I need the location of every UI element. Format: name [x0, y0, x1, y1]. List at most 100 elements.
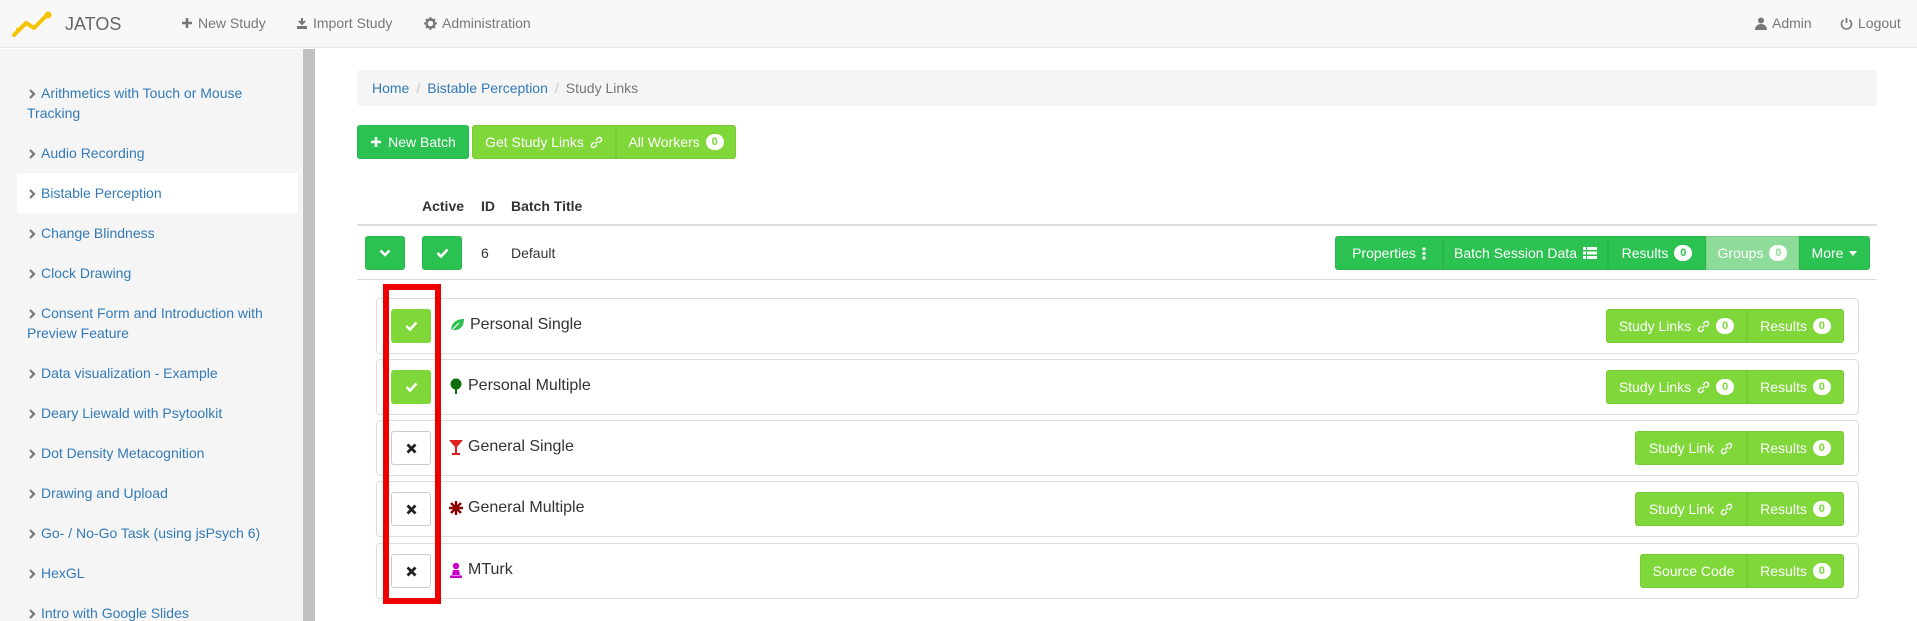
link-icon: [1697, 320, 1710, 332]
properties-label: Properties: [1352, 245, 1416, 261]
link-type-title: Personal Single: [449, 316, 582, 334]
pawn-icon: [449, 562, 463, 578]
link-icon: [590, 136, 603, 148]
session-data-label: Batch Session Data: [1454, 245, 1577, 261]
batch-id: 6: [481, 245, 489, 261]
link-type-title: Personal Multiple: [449, 377, 591, 395]
sidebar-study-label: Audio Recording: [41, 145, 145, 161]
breadcrumb-separator: /: [554, 80, 559, 96]
link-type-results-button[interactable]: Results 0: [1747, 370, 1844, 404]
chevron-right-icon: [29, 449, 36, 459]
link-type-label: General Multiple: [468, 499, 585, 516]
new-batch-button[interactable]: New Batch: [357, 125, 469, 159]
chevron-right-icon: [29, 149, 36, 159]
study-link-button[interactable]: Study Link: [1635, 431, 1747, 465]
gear-icon: [424, 16, 437, 30]
batch-active-toggle[interactable]: [422, 236, 462, 270]
link-type-active-toggle[interactable]: [391, 431, 431, 465]
link-type-results-button[interactable]: Results 0: [1747, 492, 1844, 526]
brand-name: JATOS: [65, 13, 122, 34]
link-icon: [1697, 381, 1710, 393]
batch-properties-button[interactable]: Properties: [1335, 236, 1443, 270]
batch-more-dropdown[interactable]: More: [1799, 236, 1870, 270]
breadcrumb-current: Study Links: [565, 80, 639, 96]
close-icon: [406, 566, 416, 576]
study-link-button[interactable]: Study Link: [1635, 492, 1747, 526]
study-list: Arithmetics with Touch or Mouse Tracking…: [17, 73, 298, 621]
link-type-label: General Single: [468, 438, 574, 455]
results-label: Results: [1760, 501, 1807, 517]
study-links-button[interactable]: Study Links 0: [1606, 370, 1747, 404]
sidebar-study-label: Dot Density Metacognition: [41, 445, 205, 461]
link-type-active-toggle[interactable]: [391, 370, 431, 404]
sidebar-study-item[interactable]: Deary Liewald with Psytoolkit: [17, 393, 298, 433]
all-workers-count-badge: 0: [705, 134, 724, 150]
administration-nav[interactable]: Administration: [424, 15, 531, 31]
check-icon: [405, 321, 417, 331]
asterisk-icon: [449, 501, 463, 515]
batch-groups-button[interactable]: Groups 0: [1706, 236, 1799, 270]
sidebar-study-item[interactable]: Bistable Perception: [17, 173, 298, 213]
close-icon: [406, 504, 416, 514]
get-study-links-button[interactable]: Get Study Links: [472, 125, 616, 159]
sidebar-study-item[interactable]: Intro with Google Slides: [17, 593, 298, 621]
chevron-right-icon: [29, 529, 36, 539]
admin-user-nav[interactable]: Admin: [1755, 15, 1812, 31]
batch-results-button[interactable]: Results 0: [1608, 236, 1706, 270]
chevron-down-icon: [379, 249, 391, 257]
results-count-badge: 0: [1812, 440, 1831, 456]
sidebar-study-label: Change Blindness: [41, 225, 155, 241]
sidebar-study-label: Intro with Google Slides: [41, 605, 189, 621]
vertical-ellipsis-icon: [1422, 246, 1426, 260]
chevron-right-icon: [29, 609, 36, 619]
study-links-button[interactable]: Study Links 0: [1606, 309, 1747, 343]
sidebar-study-item[interactable]: Drawing and Upload: [17, 473, 298, 513]
sidebar-study-item[interactable]: Dot Density Metacognition: [17, 433, 298, 473]
sidebar-study-item[interactable]: Consent Form and Introduction with Previ…: [17, 293, 298, 353]
all-workers-label: All Workers: [628, 134, 700, 150]
results-label: Results: [1760, 563, 1807, 579]
link-type-results-button[interactable]: Results 0: [1747, 431, 1844, 465]
sidebar-study-item[interactable]: Audio Recording: [17, 133, 298, 173]
import-study-nav[interactable]: Import Study: [296, 15, 392, 31]
leaf-icon: [449, 317, 465, 333]
study-link-label: Study Link: [1648, 440, 1715, 456]
study-link-type-row: Personal Single Study Links 0 Results 0: [376, 298, 1859, 354]
brand[interactable]: JATOS: [12, 11, 121, 37]
results-count-badge: 0: [1812, 501, 1831, 517]
breadcrumb-study[interactable]: Bistable Perception: [427, 80, 548, 96]
sidebar-scrollbar[interactable]: [303, 49, 315, 621]
link-type-results-button[interactable]: Results 0: [1747, 554, 1844, 588]
chevron-right-icon: [29, 189, 36, 199]
breadcrumb-home[interactable]: Home: [372, 80, 409, 96]
new-study-nav[interactable]: New Study: [181, 15, 266, 31]
results-label: Results: [1760, 440, 1807, 456]
groups-label: Groups: [1717, 245, 1764, 261]
batch-session-data-button[interactable]: Batch Session Data: [1443, 236, 1608, 270]
sidebar-study-item[interactable]: Go- / No-Go Task (using jsPsych 6): [17, 513, 298, 553]
all-workers-button[interactable]: All Workers 0: [616, 125, 736, 159]
link-type-results-button[interactable]: Results 0: [1747, 309, 1844, 343]
breadcrumb: Home / Bistable Perception / Study Links: [357, 70, 1877, 106]
link-type-active-toggle[interactable]: [391, 554, 431, 588]
sidebar-study-item[interactable]: Arithmetics with Touch or Mouse Tracking: [17, 73, 298, 133]
column-header-active: Active: [422, 198, 465, 214]
expand-batch-button[interactable]: [365, 236, 405, 270]
sidebar-study-label: Clock Drawing: [41, 265, 132, 281]
sidebar-study-item[interactable]: Clock Drawing: [17, 253, 298, 293]
results-count-badge: 0: [1812, 318, 1831, 334]
sidebar-study-item[interactable]: HexGL: [17, 553, 298, 593]
source-code-label: Source Code: [1652, 563, 1735, 579]
batch-title: Default: [511, 245, 556, 261]
plus-icon: [182, 18, 192, 28]
link-type-active-toggle[interactable]: [391, 492, 431, 526]
sidebar-study-label: Drawing and Upload: [41, 485, 168, 501]
link-type-active-toggle[interactable]: [391, 309, 431, 343]
sidebar-study-item[interactable]: Data visualization - Example: [17, 353, 298, 393]
header-divider: [357, 224, 1877, 226]
source-code-button[interactable]: Source Code: [1640, 554, 1747, 588]
logout-nav[interactable]: Logout: [1840, 15, 1901, 31]
sidebar-study-item[interactable]: Change Blindness: [17, 213, 298, 253]
study-links-label: Study Links: [1618, 379, 1692, 395]
study-link-type-row: Personal Multiple Study Links 0 Results 0: [376, 359, 1859, 415]
